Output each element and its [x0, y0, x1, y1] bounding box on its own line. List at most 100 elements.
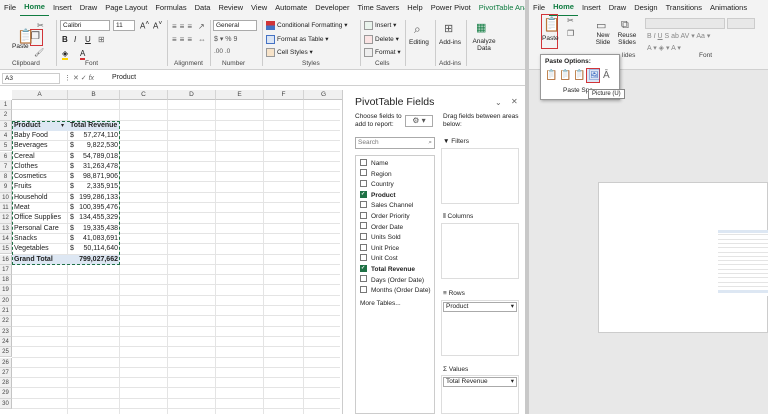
- row-header-19[interactable]: 19: [0, 285, 12, 296]
- font-size-select[interactable]: 11: [113, 20, 135, 31]
- grow-font-icon[interactable]: A˄: [140, 20, 149, 31]
- new-slide-button[interactable]: New Slide: [591, 32, 615, 46]
- font-color-icon[interactable]: A: [80, 49, 86, 60]
- row-header-13[interactable]: 13: [0, 223, 12, 234]
- font-name-select[interactable]: Calibri: [60, 20, 110, 31]
- format-as-table-button[interactable]: Format as Table ▾: [266, 35, 329, 44]
- add-ins-icon[interactable]: ⊞: [444, 22, 453, 35]
- excel-tab-file[interactable]: File: [0, 0, 20, 16]
- currency-icon[interactable]: $ ▾ % 9: [214, 35, 237, 43]
- row-header-2[interactable]: 2: [0, 110, 12, 121]
- excel-tab-automate[interactable]: Automate: [271, 0, 311, 16]
- row-header-24[interactable]: 24: [0, 336, 12, 348]
- row-header-12[interactable]: 12: [0, 213, 12, 224]
- column-header-b[interactable]: B: [68, 90, 120, 100]
- checkbox-icon[interactable]: [360, 211, 367, 219]
- values-field-total-revenue[interactable]: Total Revenue ▾: [443, 377, 517, 387]
- rows-field-product[interactable]: Product ▾: [443, 302, 517, 312]
- close-icon[interactable]: ✕: [511, 97, 518, 106]
- row-header-6[interactable]: 6: [0, 151, 12, 162]
- field-search-input[interactable]: Search ⌕: [355, 137, 435, 149]
- values-area[interactable]: Total Revenue ▾: [441, 375, 519, 414]
- ppt-tab-transitions[interactable]: Transitions: [662, 0, 706, 16]
- checkbox-icon[interactable]: [360, 179, 367, 187]
- decimal-icon[interactable]: .00 .0: [214, 48, 230, 55]
- checkbox-icon[interactable]: [360, 285, 367, 293]
- checkbox-icon[interactable]: [360, 275, 367, 283]
- checkbox-icon[interactable]: [360, 243, 367, 251]
- underline-button[interactable]: U: [85, 35, 91, 44]
- ppt-font-format-buttons[interactable]: B I U S ab AV ▾ Aa ▾: [647, 32, 710, 40]
- orientation-icon[interactable]: ↗: [198, 22, 205, 31]
- row-header-11[interactable]: 11: [0, 203, 12, 214]
- new-slide-icon[interactable]: ▭: [596, 19, 606, 32]
- ppt-font-name-select[interactable]: [645, 18, 725, 29]
- analyze-data-button[interactable]: Analyze Data: [471, 38, 497, 52]
- excel-tab-insert[interactable]: Insert: [49, 0, 76, 16]
- ppt-paste-button[interactable]: Paste: [542, 35, 559, 42]
- reuse-slides-icon[interactable]: ⧉: [621, 19, 629, 32]
- column-header-d[interactable]: D: [168, 90, 216, 100]
- excel-tab-view[interactable]: View: [247, 0, 271, 16]
- field-unit-price[interactable]: Unit Price: [360, 243, 399, 254]
- gear-icon[interactable]: ⚙ ▾: [405, 115, 433, 127]
- row-header-8[interactable]: 8: [0, 172, 12, 183]
- field-order-priority[interactable]: Order Priority: [360, 211, 410, 222]
- field-units-sold[interactable]: Units Sold: [360, 232, 401, 243]
- excel-tab-help[interactable]: Help: [403, 0, 426, 16]
- row-header-17[interactable]: 17: [0, 264, 12, 276]
- excel-tab-power-pivot[interactable]: Power Pivot: [427, 0, 475, 16]
- pane-options-icon[interactable]: ⌄: [495, 98, 502, 107]
- row-header-20[interactable]: 20: [0, 295, 12, 306]
- column-header-c[interactable]: C: [120, 90, 168, 100]
- spreadsheet-grid[interactable]: A B C D E F G 1 2 3 4 5 6 7 8 9 10 11 12 13 14 15 16 17 18 19 20 21…: [0, 90, 344, 414]
- number-format-select[interactable]: General: [213, 20, 257, 31]
- filters-area[interactable]: [441, 148, 519, 204]
- row-header-29[interactable]: 29: [0, 388, 12, 399]
- excel-tab-home[interactable]: Home: [20, 0, 49, 17]
- field-days-order-date-[interactable]: Days (Order Date): [360, 275, 424, 286]
- horizontal-align-icons[interactable]: ≡≡≡: [172, 35, 195, 44]
- pasted-table-picture[interactable]: [718, 230, 768, 296]
- column-header-g[interactable]: G: [304, 90, 344, 100]
- cut-icon[interactable]: ✂: [37, 21, 44, 30]
- bold-button[interactable]: B: [62, 35, 68, 44]
- borders-icon[interactable]: ⊞: [98, 35, 105, 44]
- row-header-28[interactable]: 28: [0, 378, 12, 389]
- row-header-23[interactable]: 23: [0, 326, 12, 337]
- formula-input[interactable]: Product: [112, 74, 136, 81]
- ppt-tab-design[interactable]: Design: [630, 0, 661, 16]
- row-header-15[interactable]: 15: [0, 244, 12, 255]
- ppt-tab-insert[interactable]: Insert: [578, 0, 605, 16]
- checkbox-icon[interactable]: [360, 158, 367, 166]
- row-header-26[interactable]: 26: [0, 357, 12, 368]
- checked-checkbox-icon[interactable]: ✓: [360, 190, 367, 198]
- add-ins-button[interactable]: Add-ins: [439, 39, 461, 46]
- paste-keep-formatting-icon[interactable]: 📋: [573, 70, 585, 81]
- checkbox-icon[interactable]: [360, 232, 367, 240]
- row-header-21[interactable]: 21: [0, 306, 12, 317]
- field-months-order-date-[interactable]: Months (Order Date): [360, 285, 431, 296]
- row-header-22[interactable]: 22: [0, 316, 12, 327]
- delete-cells-button[interactable]: Delete ▾: [364, 35, 399, 44]
- row-header-10[interactable]: 10: [0, 192, 12, 203]
- excel-tab-developer[interactable]: Developer: [311, 0, 353, 16]
- italic-button[interactable]: I: [74, 35, 76, 44]
- editing-icon[interactable]: ⌕: [414, 22, 421, 37]
- row-header-5[interactable]: 5: [0, 141, 12, 152]
- checkbox-icon[interactable]: [360, 254, 367, 262]
- cell-styles-button[interactable]: Cell Styles ▾: [266, 48, 313, 57]
- row-header-4[interactable]: 4: [0, 130, 12, 142]
- excel-tab-formulas[interactable]: Formulas: [151, 0, 190, 16]
- field-total-revenue[interactable]: ✓ Total Revenue: [360, 264, 415, 275]
- more-tables-link[interactable]: More Tables...: [360, 299, 401, 309]
- editing-button[interactable]: Editing: [409, 39, 429, 46]
- ppt-font-color-buttons[interactable]: A ▾ ◈ ▾ A ▾: [647, 44, 681, 52]
- format-cells-button[interactable]: Format ▾: [364, 48, 401, 57]
- checkbox-icon[interactable]: [360, 201, 367, 209]
- row-header-1[interactable]: 1: [0, 100, 12, 111]
- checkbox-icon[interactable]: [360, 169, 367, 177]
- row-header-14[interactable]: 14: [0, 233, 12, 245]
- ppt-font-size-select[interactable]: [727, 18, 755, 29]
- excel-tab-draw[interactable]: Draw: [76, 0, 102, 16]
